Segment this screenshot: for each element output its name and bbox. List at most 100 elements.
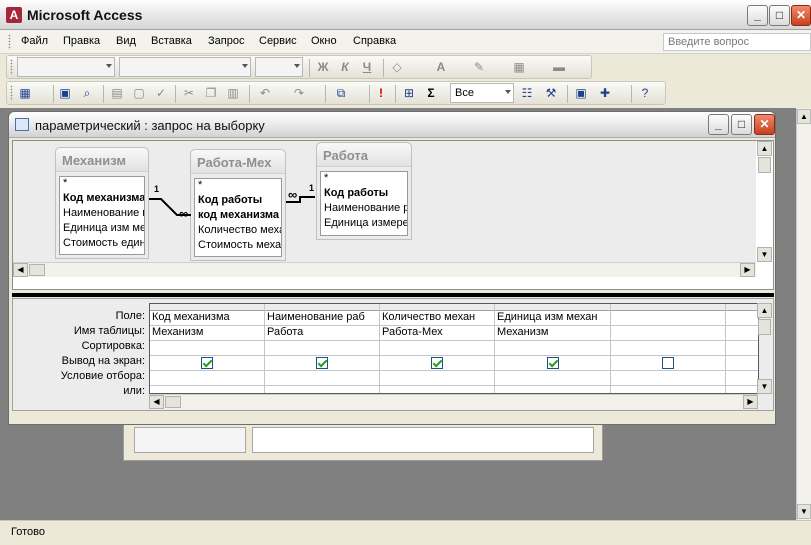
- qbe-column[interactable]: [611, 304, 726, 393]
- qbe-or-cell[interactable]: [726, 386, 758, 393]
- qbe-vscroll-thumb[interactable]: [758, 319, 771, 335]
- menu-file[interactable]: Файл: [21, 35, 48, 47]
- qbe-table-cell[interactable]: Механизм: [150, 326, 264, 341]
- qbe-column[interactable]: Наименование раб Работа: [265, 304, 380, 393]
- show-checkbox[interactable]: [316, 357, 328, 369]
- qbe-field-cell[interactable]: [611, 311, 725, 326]
- scroll-down-button[interactable]: ▼: [797, 504, 811, 519]
- menu-query[interactable]: Запрос: [208, 35, 244, 47]
- save-icon[interactable]: ▣: [57, 85, 73, 101]
- view-datasheet-icon[interactable]: ▦: [17, 85, 33, 101]
- qbe-criteria-cell[interactable]: [150, 371, 264, 386]
- show-checkbox[interactable]: [546, 357, 559, 369]
- pane-splitter[interactable]: [12, 293, 774, 297]
- scroll-up-button[interactable]: ▲: [797, 109, 811, 124]
- table-pane-vscroll-thumb[interactable]: [758, 157, 771, 173]
- search-file-icon[interactable]: ⌕: [79, 85, 95, 101]
- qbe-sort-cell[interactable]: [150, 341, 264, 356]
- qbe-column[interactable]: [726, 304, 758, 393]
- line-width-icon[interactable]: ▬: [551, 59, 567, 75]
- help-question-input[interactable]: Введите вопрос: [663, 33, 811, 51]
- italic-icon[interactable]: К: [337, 59, 353, 75]
- qbe-or-cell[interactable]: [265, 386, 379, 393]
- show-checkbox[interactable]: [662, 357, 674, 369]
- scroll-right-button[interactable]: ▶: [743, 395, 758, 409]
- query-restore-button[interactable]: □: [731, 114, 752, 135]
- qbe-or-cell[interactable]: [150, 386, 264, 393]
- show-checkbox[interactable]: [201, 357, 213, 369]
- copy-icon[interactable]: ❐: [203, 85, 219, 101]
- qbe-table-cell[interactable]: [611, 326, 725, 341]
- qbe-field-cell[interactable]: Наименование раб: [265, 311, 379, 326]
- menu-edit[interactable]: Правка: [63, 35, 100, 47]
- menu-window[interactable]: Окно: [311, 35, 337, 47]
- qbe-column[interactable]: Количество механ Работа-Мех: [380, 304, 495, 393]
- menu-tools[interactable]: Сервис: [259, 35, 297, 47]
- qbe-field-cell[interactable]: Единица изм механ: [495, 311, 610, 326]
- qbe-horizontal-scrollbar[interactable]: ◀ ▶: [149, 394, 759, 409]
- qbe-scroll-down[interactable]: ▼: [757, 379, 772, 394]
- query-minimize-button[interactable]: _: [708, 114, 729, 135]
- column-selector[interactable]: [265, 304, 379, 311]
- query-close-button[interactable]: ✕: [754, 114, 775, 135]
- qbe-table-cell[interactable]: Механизм: [495, 326, 610, 341]
- underline-icon[interactable]: Ч: [359, 59, 375, 75]
- undo-icon[interactable]: ↶: [257, 85, 273, 101]
- qbe-or-cell[interactable]: [611, 386, 725, 393]
- qbe-scroll-up[interactable]: ▲: [757, 303, 772, 318]
- column-selector[interactable]: [380, 304, 494, 311]
- toolbar-grip[interactable]: [8, 34, 11, 50]
- qbe-sort-cell[interactable]: [380, 341, 494, 356]
- qbe-sort-cell[interactable]: [495, 341, 610, 356]
- qbe-table-cell[interactable]: Работа: [265, 326, 379, 341]
- app-close-button[interactable]: ✕: [791, 5, 811, 26]
- bold-icon[interactable]: Ж: [315, 59, 331, 75]
- column-selector[interactable]: [611, 304, 725, 311]
- border-icon[interactable]: ▦: [511, 59, 527, 75]
- hscroll-thumb[interactable]: [165, 396, 181, 408]
- toolbar-grip[interactable]: [10, 85, 13, 101]
- qbe-column[interactable]: Код механизма Механизм: [150, 304, 265, 393]
- table-pane-scroll-up[interactable]: ▲: [757, 141, 772, 156]
- scroll-left-button[interactable]: ◀: [149, 395, 164, 409]
- query-window-title-bar[interactable]: параметрический : запрос на выборку _ □ …: [9, 112, 775, 138]
- qbe-criteria-cell[interactable]: [265, 371, 379, 386]
- table-pane-horizontal-scrollbar[interactable]: ◀ ▶: [13, 262, 756, 277]
- menu-view[interactable]: Вид: [116, 35, 136, 47]
- top-values-combo[interactable]: Все: [450, 83, 514, 103]
- qbe-or-cell[interactable]: [380, 386, 494, 393]
- qbe-sort-cell[interactable]: [265, 341, 379, 356]
- background-form-window[interactable]: [123, 421, 603, 461]
- print-icon[interactable]: ▤: [109, 85, 125, 101]
- qbe-field-cell[interactable]: Количество механ: [380, 311, 494, 326]
- qbe-field-cell[interactable]: [726, 311, 758, 326]
- totals-icon[interactable]: Σ: [423, 85, 439, 101]
- font-combo[interactable]: [119, 57, 251, 77]
- scroll-right-button[interactable]: ▶: [740, 263, 755, 277]
- builder-icon[interactable]: ⚒: [543, 85, 559, 101]
- qbe-sort-cell[interactable]: [726, 341, 758, 356]
- print-preview-icon[interactable]: ▢: [131, 85, 147, 101]
- scroll-left-button[interactable]: ◀: [13, 263, 28, 277]
- qbe-sort-cell[interactable]: [611, 341, 725, 356]
- qbe-criteria-cell[interactable]: [726, 371, 758, 386]
- app-restore-button[interactable]: □: [769, 5, 790, 26]
- column-selector[interactable]: [726, 304, 758, 311]
- qbe-criteria-cell[interactable]: [495, 371, 610, 386]
- qbe-field-cell[interactable]: Код механизма: [150, 311, 264, 326]
- qbe-show-cell[interactable]: [726, 356, 758, 371]
- redo-icon[interactable]: ↷: [291, 85, 307, 101]
- font-color-icon[interactable]: A: [433, 59, 449, 75]
- spelling-icon[interactable]: ✓: [153, 85, 169, 101]
- show-checkbox[interactable]: [431, 357, 443, 369]
- qbe-criteria-cell[interactable]: [380, 371, 494, 386]
- database-window-icon[interactable]: ▣: [573, 85, 589, 101]
- properties-icon[interactable]: ☷: [519, 85, 535, 101]
- query-type-icon[interactable]: ⧉: [333, 85, 349, 101]
- qbe-or-cell[interactable]: [495, 386, 610, 393]
- workspace-vertical-scrollbar[interactable]: ▲ ▼: [796, 108, 811, 520]
- run-icon[interactable]: !: [373, 85, 389, 101]
- line-color-icon[interactable]: ✎: [471, 59, 487, 75]
- column-selector[interactable]: [150, 304, 264, 311]
- menu-help[interactable]: Справка: [353, 35, 396, 47]
